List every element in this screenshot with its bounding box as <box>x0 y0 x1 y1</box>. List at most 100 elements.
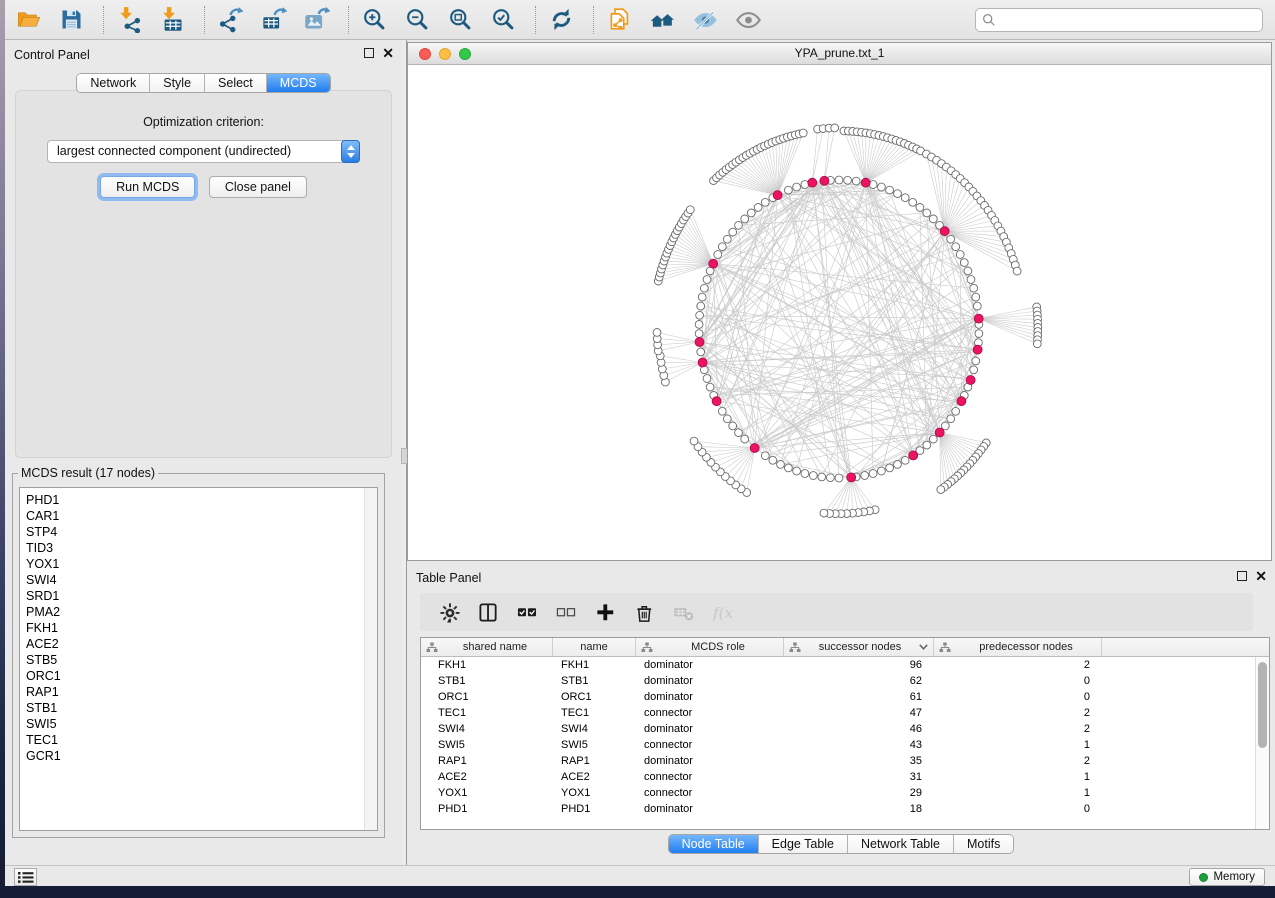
cell: 0 <box>934 689 1102 705</box>
toolbar-separator <box>348 6 349 34</box>
export-table-icon[interactable] <box>258 5 288 35</box>
search-input[interactable] <box>975 8 1263 32</box>
close-panel-icon[interactable]: ✕ <box>382 48 394 58</box>
network-window: YPA_prune.txt_1 <box>407 42 1272 561</box>
mcds-result-group: MCDS result (17 nodes) PHD1CAR1STP4TID3Y… <box>12 466 385 838</box>
table-row[interactable]: YOX1YOX1connector291 <box>421 785 1269 801</box>
result-item[interactable]: GCR1 <box>20 748 377 764</box>
save-session-icon[interactable] <box>56 5 86 35</box>
result-item[interactable]: STB1 <box>20 700 377 716</box>
table-row[interactable]: PHD1PHD1dominator180 <box>421 801 1269 817</box>
memory-status-icon <box>1199 873 1208 882</box>
table-row[interactable]: SWI5SWI5connector431 <box>421 737 1269 753</box>
cell: 61 <box>784 689 934 705</box>
table-row[interactable]: ORC1ORC1dominator610 <box>421 689 1269 705</box>
result-item[interactable]: FKH1 <box>20 620 377 636</box>
duplicate-network-icon[interactable] <box>604 5 634 35</box>
result-item[interactable]: RAP1 <box>20 684 377 700</box>
result-item[interactable]: SRD1 <box>20 588 377 604</box>
result-item[interactable]: CAR1 <box>20 508 377 524</box>
result-item[interactable]: ACE2 <box>20 636 377 652</box>
zoom-selected-icon[interactable] <box>488 5 518 35</box>
result-item[interactable]: SWI5 <box>20 716 377 732</box>
cell: SWI5 <box>421 737 553 753</box>
control-panel-title: Control Panel <box>14 48 90 62</box>
memory-button[interactable]: Memory <box>1189 868 1265 886</box>
deselect-all-icon[interactable] <box>555 601 577 623</box>
float-table-panel-icon[interactable] <box>1237 571 1247 581</box>
svg-text:f(x): f(x) <box>712 603 733 621</box>
tab-network[interactable]: Network <box>77 74 149 92</box>
network-canvas[interactable] <box>408 65 1271 560</box>
first-neighbors-icon[interactable] <box>647 5 677 35</box>
table-scrollbar-thumb[interactable] <box>1258 662 1267 748</box>
zoom-fit-icon[interactable] <box>445 5 475 35</box>
result-item[interactable]: YOX1 <box>20 556 377 572</box>
minimize-window-icon[interactable] <box>439 48 451 60</box>
toolbar-separator <box>204 6 205 34</box>
show-columns-icon[interactable] <box>477 601 499 623</box>
table-row[interactable]: SWI4SWI4dominator462 <box>421 721 1269 737</box>
network-window-titlebar[interactable]: YPA_prune.txt_1 <box>408 43 1271 65</box>
cell: connector <box>636 737 784 753</box>
zoom-out-icon[interactable] <box>402 5 432 35</box>
table-row[interactable]: FKH1FKH1dominator962 <box>421 657 1269 673</box>
column-header-predecessor-nodes[interactable]: predecessor nodes <box>934 638 1102 656</box>
export-network-icon[interactable] <box>215 5 245 35</box>
result-item[interactable]: STB5 <box>20 652 377 668</box>
import-network-icon[interactable] <box>114 5 144 35</box>
column-header-MCDS-role[interactable]: MCDS role <box>636 638 784 656</box>
refresh-icon[interactable] <box>546 5 576 35</box>
settings-icon[interactable] <box>438 601 460 623</box>
cell: 1 <box>934 769 1102 785</box>
import-table-icon[interactable] <box>157 5 187 35</box>
tab-motifs[interactable]: Motifs <box>953 835 1013 853</box>
float-panel-icon[interactable] <box>364 48 374 58</box>
select-all-icon[interactable] <box>516 601 538 623</box>
table-row[interactable]: ACE2ACE2connector311 <box>421 769 1269 785</box>
tab-mcds[interactable]: MCDS <box>266 74 330 92</box>
cell: 0 <box>934 673 1102 689</box>
column-header-shared-name[interactable]: shared name <box>421 638 553 656</box>
cell: dominator <box>636 753 784 769</box>
tab-select[interactable]: Select <box>204 74 266 92</box>
cell: dominator <box>636 673 784 689</box>
mcds-result-list[interactable]: PHD1CAR1STP4TID3YOX1SWI4SRD1PMA2FKH1ACE2… <box>19 487 378 831</box>
cell: ORC1 <box>421 689 553 705</box>
hide-selected-icon[interactable] <box>690 5 720 35</box>
toolbar-separator <box>535 6 536 34</box>
result-item[interactable]: PHD1 <box>20 488 377 508</box>
table-row[interactable]: RAP1RAP1dominator352 <box>421 753 1269 769</box>
column-header-successor-nodes[interactable]: successor nodes <box>784 638 934 656</box>
close-table-panel-icon[interactable]: ✕ <box>1255 571 1267 581</box>
column-header-name[interactable]: name <box>553 638 636 656</box>
table-row[interactable]: TEC1TEC1connector472 <box>421 705 1269 721</box>
tab-style[interactable]: Style <box>149 74 204 92</box>
tab-network-table[interactable]: Network Table <box>847 835 953 853</box>
table-row[interactable]: STB1STB1dominator620 <box>421 673 1269 689</box>
open-session-icon[interactable] <box>13 5 43 35</box>
tab-node-table[interactable]: Node Table <box>669 835 758 853</box>
result-list-scrollbar[interactable] <box>364 488 377 830</box>
search-icon <box>982 13 996 27</box>
maximize-window-icon[interactable] <box>459 48 471 60</box>
show-all-icon[interactable] <box>733 5 763 35</box>
result-item[interactable]: TEC1 <box>20 732 377 748</box>
optimization-criterion-select[interactable]: largest connected component (undirected) <box>47 140 360 163</box>
result-item[interactable]: STP4 <box>20 524 377 540</box>
result-item[interactable]: SWI4 <box>20 572 377 588</box>
tab-edge-table[interactable]: Edge Table <box>758 835 847 853</box>
close-window-icon[interactable] <box>419 48 431 60</box>
result-item[interactable]: PMA2 <box>20 604 377 620</box>
run-mcds-button[interactable]: Run MCDS <box>100 176 195 198</box>
add-column-icon[interactable] <box>594 601 616 623</box>
table-scrollbar[interactable] <box>1255 657 1269 829</box>
close-panel-button[interactable]: Close panel <box>209 176 307 198</box>
result-item[interactable]: ORC1 <box>20 668 377 684</box>
export-image-icon[interactable] <box>301 5 331 35</box>
zoom-in-icon[interactable] <box>359 5 389 35</box>
delete-column-icon[interactable] <box>633 601 655 623</box>
show-panels-button[interactable] <box>14 868 37 886</box>
memory-label: Memory <box>1213 871 1255 883</box>
result-item[interactable]: TID3 <box>20 540 377 556</box>
